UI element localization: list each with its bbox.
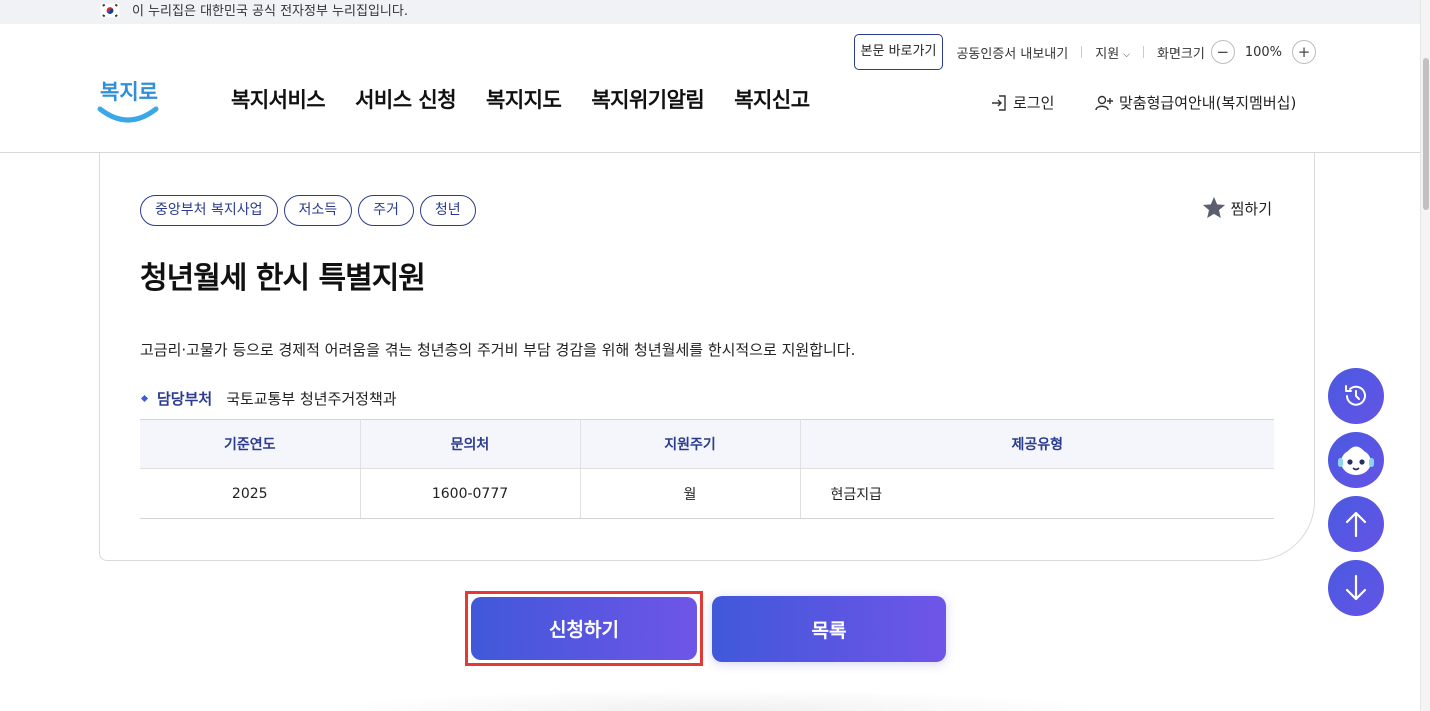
header-base-year: 기준연도 — [140, 419, 361, 469]
service-tags: 중앙부처 복지사업 저소득 주거 청년 — [140, 195, 476, 226]
cell-base-year: 2025 — [140, 468, 361, 519]
nav-item-crisis-alert[interactable]: 복지위기알림 — [591, 84, 704, 114]
skip-to-content-button[interactable]: 본문 바로가기 — [853, 34, 944, 70]
cell-provision-type: 현금지급 — [800, 468, 1274, 519]
scroll-top-button[interactable] — [1328, 496, 1384, 552]
chatbot-button[interactable] — [1328, 432, 1384, 488]
zoom-out-button[interactable]: − — [1210, 40, 1235, 64]
nav-item-service-apply[interactable]: 서비스 신청 — [355, 84, 456, 114]
header-contact: 문의처 — [360, 419, 581, 469]
recent-history-button[interactable] — [1328, 368, 1384, 424]
login-label: 로그인 — [1013, 94, 1055, 112]
arrow-up-icon — [1345, 511, 1367, 538]
support-label: 지원 — [1095, 46, 1120, 62]
screen-size-label: 화면크기 — [1156, 46, 1205, 62]
chatbot-mascot-icon — [1338, 446, 1374, 475]
page: 이 누리집은 대한민국 공식 전자정부 누리집입니다. 본문 바로가기 공동인증… — [0, 0, 1430, 711]
department-info: 담당부처 국토교통부 청년주거정책과 — [140, 388, 397, 409]
favorite-label: 찜하기 — [1230, 199, 1272, 218]
nav-item-welfare-map[interactable]: 복지지도 — [486, 84, 562, 114]
gov-banner: 이 누리집은 대한민국 공식 전자정부 누리집입니다. — [0, 0, 1420, 24]
nav-item-welfare-report[interactable]: 복지신고 — [734, 84, 810, 114]
korea-flag-icon — [100, 3, 120, 18]
gov-banner-text[interactable]: 이 누리집은 대한민국 공식 전자정부 누리집입니다. — [132, 3, 408, 20]
membership-link[interactable]: 맞춤형급여안내(복지멤버십) — [1094, 92, 1296, 113]
cert-export-link[interactable]: 공동인증서 내보내기 — [943, 43, 1081, 62]
scroll-bottom-button[interactable] — [1328, 560, 1384, 616]
diamond-bullet-icon — [140, 394, 149, 403]
star-icon — [1202, 196, 1225, 218]
scrollbar-thumb[interactable] — [1423, 58, 1429, 210]
login-icon — [992, 94, 1006, 111]
bokjiro-logo[interactable]: 복지로 — [96, 69, 160, 129]
tag-youth[interactable]: 청년 — [419, 195, 476, 226]
section-shadow — [320, 690, 1110, 711]
screen-zoom-control: 화면크기 − 100% + — [1144, 40, 1316, 64]
department-value: 국토교통부 청년주거정책과 — [226, 390, 397, 408]
service-description: 고금리·고물가 등으로 경제적 어려움을 겪는 청년층의 주거비 부담 경감을 … — [140, 341, 856, 359]
table-row: 2025 1600-0777 월 현금지급 — [140, 468, 1274, 519]
page-scrollbar[interactable] — [1420, 0, 1430, 711]
header-provision-type: 제공유형 — [800, 419, 1274, 469]
arrow-down-icon — [1345, 574, 1367, 601]
service-title: 청년월세 한시 특별지원 — [140, 261, 426, 296]
membership-label: 맞춤형급여안내(복지멤버십) — [1119, 94, 1297, 112]
apply-button-highlight: 신청하기 — [465, 591, 703, 666]
nav-item-welfare-services[interactable]: 복지서비스 — [231, 84, 326, 114]
table-header-row: 기준연도 문의처 지원주기 제공유형 — [140, 419, 1274, 469]
tag-housing[interactable]: 주거 — [358, 195, 414, 226]
zoom-level: 100% — [1244, 44, 1282, 60]
tag-central-ministry[interactable]: 중앙부처 복지사업 — [140, 195, 278, 226]
service-detail-card: 중앙부처 복지사업 저소득 주거 청년 찜하기 청년월세 한시 특별지원 고금리… — [99, 153, 1315, 561]
user-add-icon — [1095, 95, 1113, 110]
cell-support-cycle: 월 — [580, 468, 801, 519]
utility-menu: 본문 바로가기 공동인증서 내보내기 지원 ⌵ 화면크기 − 100% + — [853, 34, 1316, 70]
favorite-button[interactable]: 찜하기 — [1201, 195, 1272, 221]
service-info-table: 기준연도 문의처 지원주기 제공유형 2025 1600-0777 월 현금지급 — [140, 419, 1274, 519]
tag-low-income[interactable]: 저소득 — [283, 195, 353, 226]
login-link[interactable]: 로그인 — [990, 92, 1054, 113]
list-button[interactable]: 목록 — [712, 596, 946, 662]
header-support-cycle: 지원주기 — [580, 419, 801, 469]
chevron-down-icon: ⌵ — [1123, 49, 1130, 60]
cell-contact: 1600-0777 — [360, 468, 581, 519]
history-icon — [1345, 385, 1366, 406]
apply-button[interactable]: 신청하기 — [471, 597, 697, 660]
support-dropdown[interactable]: 지원 ⌵ — [1082, 43, 1143, 62]
logo-text: 복지로 — [100, 80, 158, 104]
main-nav: 복지서비스 서비스 신청 복지지도 복지위기알림 복지신고 — [231, 84, 810, 114]
department-label: 담당부처 — [157, 390, 213, 408]
site-header: 본문 바로가기 공동인증서 내보내기 지원 ⌵ 화면크기 − 100% + 복지로… — [0, 24, 1420, 153]
zoom-in-button[interactable]: + — [1292, 40, 1316, 64]
